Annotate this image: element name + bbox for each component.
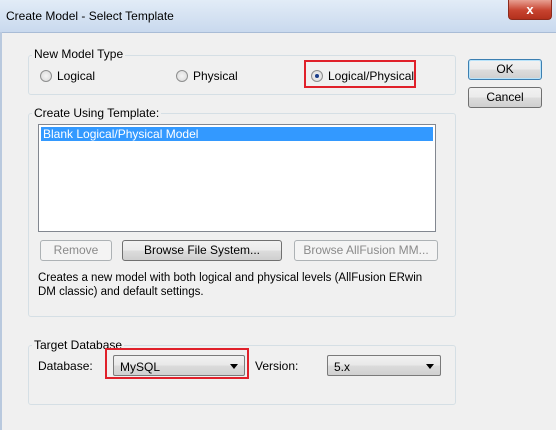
radio-logical[interactable]: Logical: [40, 69, 95, 83]
browse-file-system-button[interactable]: Browse File System...: [122, 240, 282, 261]
radio-physical[interactable]: Physical: [176, 69, 238, 83]
radio-button-icon: [176, 70, 188, 82]
template-description: Creates a new model with both logical an…: [38, 272, 423, 298]
dialog-border: [0, 32, 2, 430]
version-label: Version:: [255, 359, 299, 373]
ok-button-label: OK: [496, 62, 514, 76]
model-type-group-label: New Model Type: [32, 47, 126, 61]
template-list-item[interactable]: Blank Logical/Physical Model: [41, 127, 433, 141]
database-label: Database:: [38, 359, 93, 373]
highlight-box-model-type: [304, 60, 416, 88]
close-button[interactable]: x: [508, 0, 552, 20]
radio-button-icon: [40, 70, 52, 82]
version-select-value: 5.x: [334, 360, 351, 374]
highlight-box-database: [105, 348, 249, 379]
close-icon: x: [526, 2, 534, 17]
window-title: Create Model - Select Template: [6, 9, 174, 23]
template-listbox[interactable]: Blank Logical/Physical Model: [38, 124, 436, 232]
version-select[interactable]: 5.x: [327, 355, 441, 376]
browse-allfusion-label: Browse AllFusion MM...: [303, 243, 429, 257]
radio-physical-label: Physical: [193, 69, 238, 83]
browse-allfusion-button[interactable]: Browse AllFusion MM...: [294, 240, 438, 261]
browse-file-system-label: Browse File System...: [143, 243, 261, 257]
remove-button-label: Remove: [53, 243, 99, 257]
template-group-label: Create Using Template:: [32, 106, 162, 120]
cancel-button-label: Cancel: [486, 90, 524, 104]
title-bar: Create Model - Select Template x: [0, 0, 556, 33]
radio-logical-label: Logical: [57, 69, 96, 83]
chevron-down-icon: [426, 364, 434, 369]
remove-button[interactable]: Remove: [40, 240, 112, 261]
cancel-button[interactable]: Cancel: [468, 87, 542, 108]
ok-button[interactable]: OK: [468, 59, 542, 80]
